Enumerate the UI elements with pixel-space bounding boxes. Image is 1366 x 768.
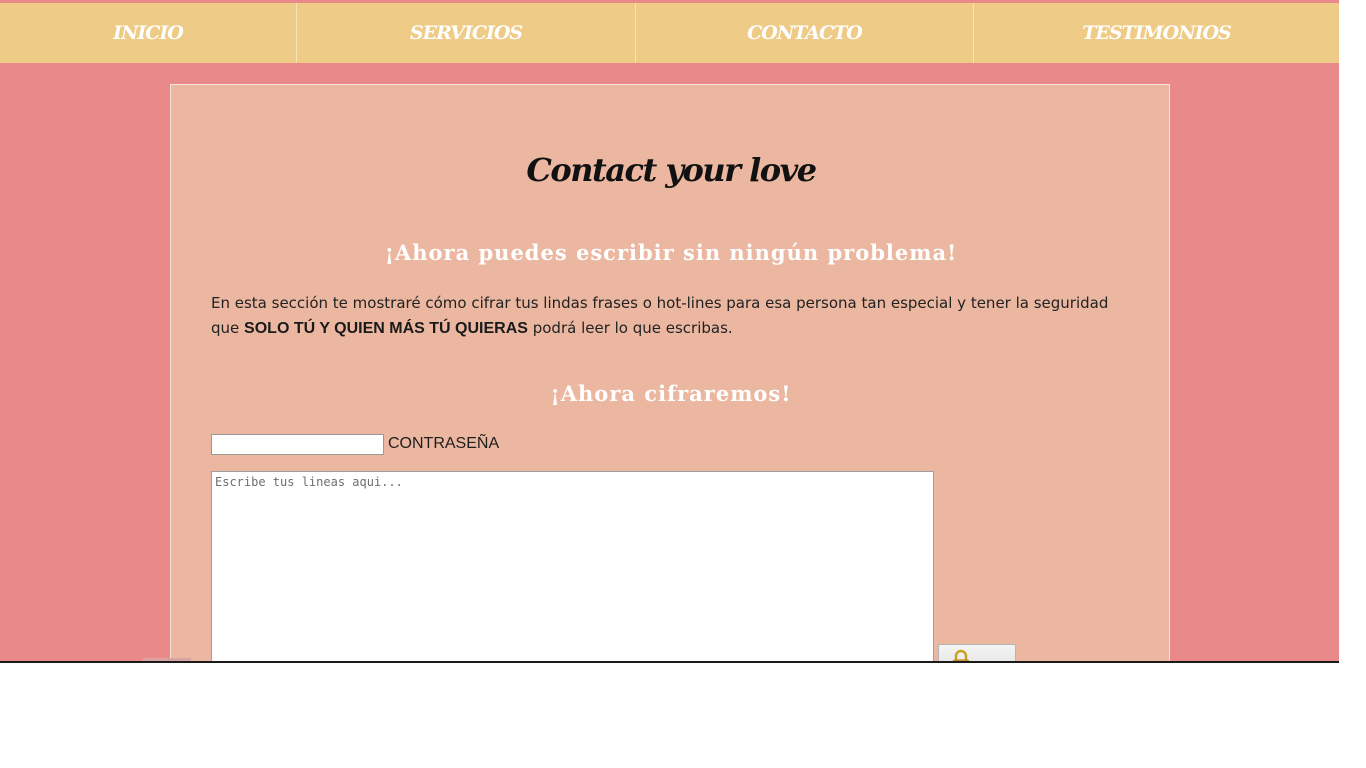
lock-icon bbox=[952, 649, 970, 661]
message-textarea[interactable] bbox=[211, 471, 934, 661]
intro-tail: podrá leer lo que escribas. bbox=[532, 319, 733, 337]
password-label: CONTRASEÑA bbox=[388, 435, 500, 452]
content-panel: Contact your love ¡Ahora puedes escribir… bbox=[170, 84, 1170, 661]
page-viewport: INICIO SERVICIOS CONTACTO TESTIMONIOS Co… bbox=[0, 0, 1339, 663]
nav-item-servicios[interactable]: SERVICIOS bbox=[297, 3, 636, 63]
page-title: Contact your love bbox=[526, 151, 817, 189]
password-input[interactable] bbox=[211, 433, 384, 455]
intro-paragraph: En esta sección te mostraré cómo cifrar … bbox=[211, 291, 1131, 341]
nav-item-inicio[interactable]: INICIO bbox=[0, 3, 297, 63]
encrypt-subtitle: ¡Ahora cifraremos! bbox=[550, 381, 792, 406]
encrypt-button[interactable] bbox=[938, 644, 1016, 661]
nav-item-contacto[interactable]: CONTACTO bbox=[636, 3, 974, 63]
password-row: CONTRASEÑA bbox=[211, 433, 499, 455]
nav-item-testimonios[interactable]: TESTIMONIOS bbox=[974, 3, 1339, 63]
scroll-indicator bbox=[143, 658, 191, 661]
main-nav: INICIO SERVICIOS CONTACTO TESTIMONIOS bbox=[0, 3, 1339, 63]
intro-subtitle: ¡Ahora puedes escribir sin ningún proble… bbox=[384, 240, 958, 265]
intro-emphasis: SOLO TÚ Y QUIEN MÁS TÚ QUIERAS bbox=[244, 320, 528, 337]
